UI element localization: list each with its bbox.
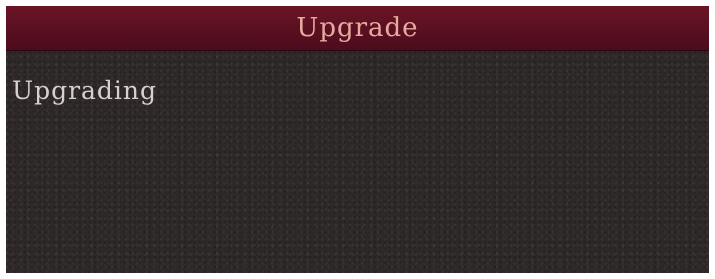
upgrade-status-text: Upgrading (12, 76, 158, 105)
upgrade-dialog: Upgrade Upgrading (6, 6, 709, 273)
title-bar: Upgrade (6, 6, 709, 51)
dialog-title: Upgrade (296, 13, 419, 43)
